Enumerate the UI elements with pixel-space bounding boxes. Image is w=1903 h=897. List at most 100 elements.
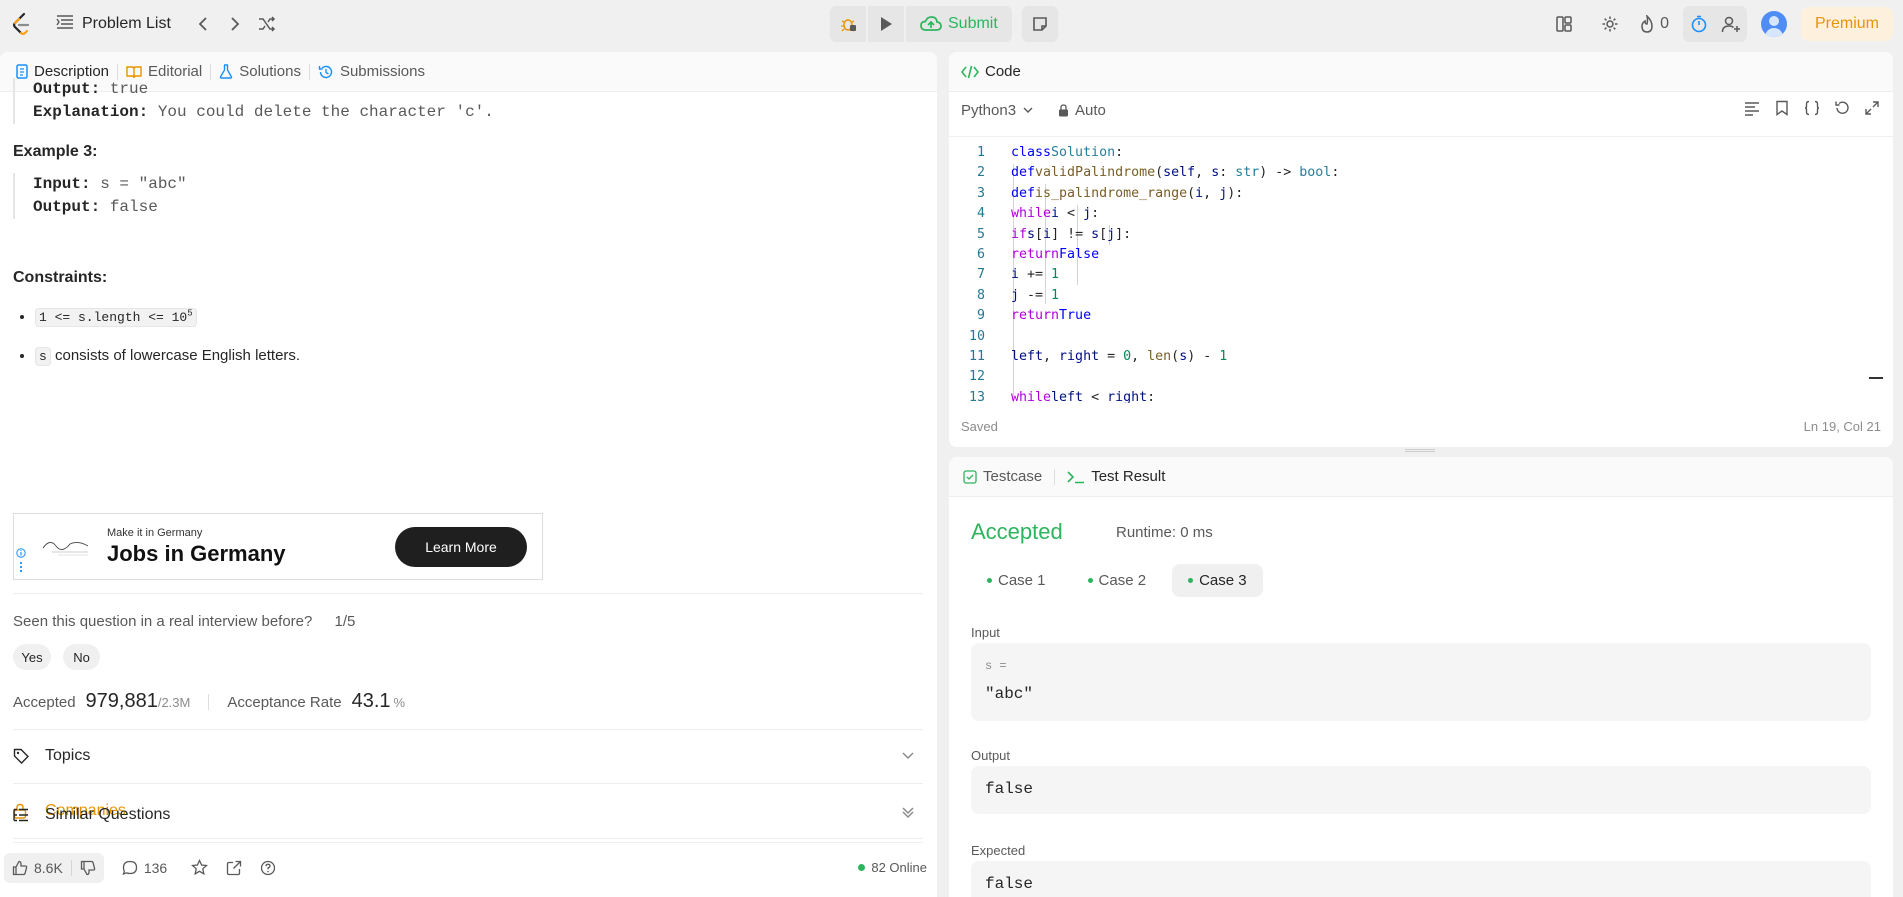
no-button[interactable]: No — [63, 644, 100, 670]
dislike-button[interactable] — [72, 860, 104, 876]
tab-testcase[interactable]: Testcase — [963, 468, 1042, 485]
bookmark-icon[interactable] — [1773, 100, 1791, 116]
editor-actions — [1743, 100, 1881, 116]
tab-test-result-label: Test Result — [1091, 468, 1166, 485]
bug-icon — [841, 19, 856, 32]
problem-list-button[interactable]: Problem List — [56, 14, 171, 35]
example-2-block: Output: true Explanation: You could dele… — [13, 78, 923, 124]
comment-icon — [122, 860, 137, 875]
curly-braces-icon[interactable] — [1803, 100, 1821, 116]
language-selector[interactable]: Python3 — [961, 102, 1034, 119]
tab-test-result[interactable]: Test Result — [1067, 468, 1165, 485]
code-line: j -= 1 — [1011, 287, 1060, 303]
code-editor[interactable]: 1 2 3 4 5 6 7 8 9 10 11 12 13 class Solution: def va… — [949, 136, 1893, 403]
similar-questions-accordion[interactable]: Similar Questions — [13, 788, 923, 842]
question-icon — [261, 860, 276, 875]
case-tab-label: Case 3 — [1199, 572, 1247, 589]
leetcode-logo-icon[interactable] — [8, 11, 34, 37]
code-line: left, right = 0, len(s) - 1 — [1011, 348, 1228, 364]
add-user-icon[interactable] — [1715, 6, 1747, 42]
prev-problem-button[interactable] — [187, 8, 219, 40]
ad-learn-more-button[interactable]: Learn More — [395, 527, 527, 567]
submit-label: Submit — [948, 15, 998, 32]
comments-button[interactable]: 136 — [122, 860, 167, 876]
chevron-down-icon — [902, 811, 914, 819]
favorite-button[interactable] — [191, 859, 209, 876]
description-panel: Description Editorial Solutions Submissi… — [0, 52, 937, 897]
line-number-gutter: 1 2 3 4 5 6 7 8 9 10 11 12 13 — [949, 143, 1007, 403]
code-line: if s[i] != s[j]: — [1011, 226, 1132, 242]
debug-button[interactable] — [830, 6, 866, 42]
output-box: false — [971, 766, 1871, 814]
shuffle-icon[interactable] — [251, 8, 283, 40]
acceptance-rate-value: 43.1 — [351, 690, 391, 712]
chevron-down-icon — [1023, 107, 1033, 113]
tab-testcase-label: Testcase — [983, 468, 1043, 485]
ad-info-icon[interactable] — [16, 548, 26, 574]
book-icon — [126, 65, 142, 78]
notes-button[interactable] — [1021, 6, 1058, 42]
constraints-title: Constraints: — [13, 269, 108, 286]
auto-mode-toggle[interactable]: Auto — [1058, 102, 1106, 119]
stopwatch-icon[interactable] — [1683, 6, 1715, 42]
case-tab[interactable]: Case 1 — [971, 564, 1062, 597]
constraint-text: consists of lowercase English letters. — [50, 347, 301, 365]
star-icon — [191, 859, 209, 876]
language-label: Python3 — [961, 101, 1017, 119]
cloud-upload-icon — [920, 16, 942, 31]
constraint-code: 1 <= s.length <= 105 — [35, 308, 197, 328]
user-avatar[interactable] — [1760, 11, 1787, 37]
premium-button[interactable]: Premium — [1800, 7, 1893, 41]
tag-icon — [13, 748, 33, 764]
code-status-bar: Saved Ln 19, Col 21 — [949, 407, 1893, 447]
reset-icon[interactable] — [1833, 100, 1851, 116]
thumbs-up-icon — [12, 860, 28, 875]
code-title: Code — [985, 63, 1021, 80]
likes-count: 8.6K — [34, 859, 63, 876]
case-tab[interactable]: Case 2 — [1072, 564, 1163, 597]
run-button[interactable] — [868, 6, 904, 42]
line-number: 6 — [976, 246, 985, 262]
advertisement[interactable]: Make it in Germany Jobs in Germany Learn… — [13, 513, 543, 580]
input-box: s = "abc" — [971, 643, 1871, 721]
divider — [13, 593, 923, 594]
case-tab[interactable]: Case 3 — [1172, 564, 1263, 597]
output-value: false — [985, 780, 1034, 798]
yes-button[interactable]: Yes — [13, 644, 51, 670]
line-number: 11 — [968, 348, 985, 364]
submit-button[interactable]: Submit — [906, 6, 1012, 42]
divider — [13, 842, 923, 843]
online-dot — [858, 864, 866, 871]
bottom-action-bar: 8.6K 136 82 Online — [0, 846, 937, 889]
ad-headline: Jobs in Germany — [107, 541, 286, 566]
topics-accordion[interactable]: Topics — [13, 729, 923, 783]
panel-resize-handle[interactable] — [1405, 449, 1435, 452]
like-button[interactable]: 8.6K — [4, 860, 71, 876]
settings-gear-icon[interactable] — [1594, 6, 1626, 42]
share-button[interactable] — [226, 860, 242, 876]
expand-icon[interactable] — [1863, 100, 1881, 116]
acceptance-rate-unit: % — [393, 695, 406, 710]
runtime-value: Runtime: 0 ms — [1116, 524, 1213, 541]
line-number: 1 — [976, 145, 985, 160]
problem-list-label: Problem List — [82, 15, 171, 32]
example-3-block: Input: s = "abc" Output: false — [13, 173, 923, 219]
layout-icon[interactable] — [1548, 6, 1580, 42]
acceptance-rate-label: Acceptance Rate — [227, 694, 342, 711]
case-tab-label: Case 1 — [998, 572, 1046, 589]
streak-count: 0 — [1660, 15, 1669, 32]
code-line: def validPalindrome(self, s: str) -> boo… — [1011, 165, 1340, 181]
streak-counter[interactable]: 0 — [1640, 15, 1669, 33]
code-editor-panel: Code Python3 Auto 1 2 3 4 5 6 7 8 9 10 11 12 13 clas… — [949, 52, 1893, 447]
timer-group — [1682, 6, 1747, 42]
format-icon[interactable] — [1743, 100, 1761, 116]
acceptance-stats: Accepted 979,881 /2.3M Acceptance Rate 4… — [13, 690, 405, 713]
play-icon — [881, 17, 892, 31]
comments-count: 136 — [143, 859, 168, 876]
next-problem-button[interactable] — [219, 8, 251, 40]
saved-status: Saved — [961, 419, 998, 434]
code-toolbar: Python3 Auto — [949, 92, 1893, 128]
help-button[interactable] — [260, 860, 276, 876]
